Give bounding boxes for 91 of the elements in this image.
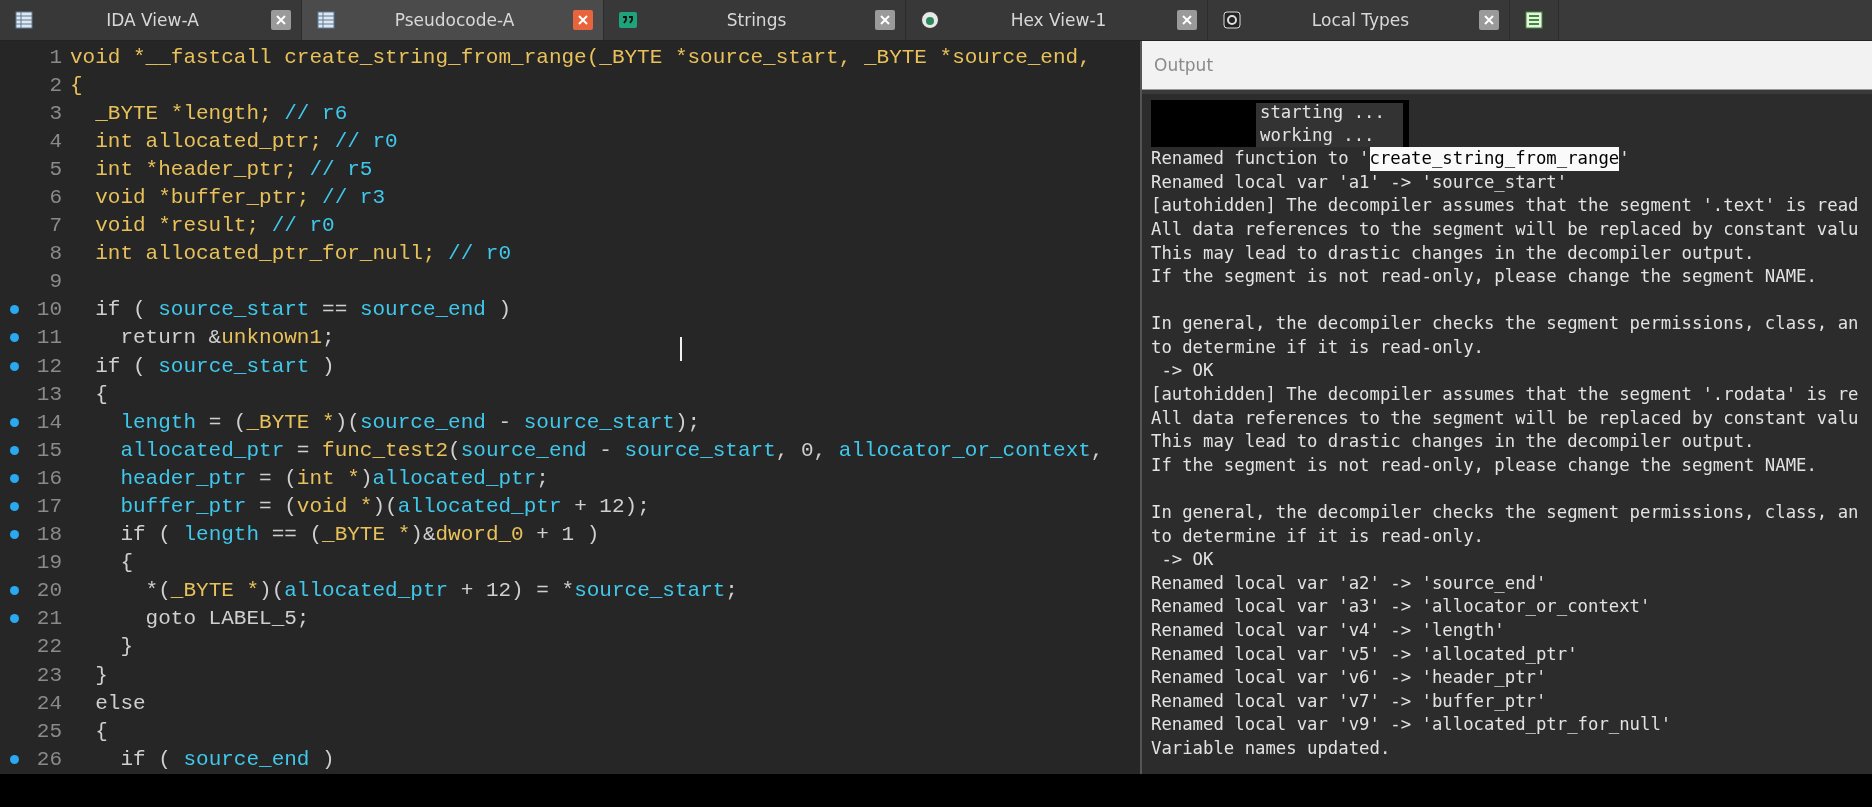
code-line: void *buffer_ptr; // r3 <box>94 185 386 209</box>
code-line: buffer_ptr = (void *)(allocated_ptr + 12); <box>119 495 650 518</box>
log-line: working ... <box>1260 123 1375 147</box>
line-number: 25 <box>35 719 63 743</box>
log-line: Renamed local var 'v7' -> 'buffer_ptr' <box>1151 689 1548 713</box>
line-number: 19 <box>35 551 63 575</box>
log-line: All data references to the segment will be replaced by constant valu <box>1151 406 1860 430</box>
code-line: *(_BYTE *)(allocated_ptr + 12) = *source_start; <box>144 579 738 603</box>
log-line: In general, the decompiler checks the segment permissions, class, an <box>1151 501 1860 525</box>
log-line: Renamed local var 'a1' -> 'source_start' <box>1151 170 1569 194</box>
line-number: 3 <box>48 101 63 125</box>
code-line: { <box>94 719 108 743</box>
types-icon <box>1222 9 1242 30</box>
code-line: header_ptr = (int *)allocated_ptr; <box>119 466 549 490</box>
log-line: [autohidden] The decompiler assumes that the segment '.rodata' is re <box>1151 383 1860 407</box>
log-line: Variable names updated. <box>1151 737 1392 760</box>
code-line: else <box>94 691 146 715</box>
line-number: 5 <box>48 157 63 181</box>
line-number: 24 <box>35 691 63 715</box>
log-line: [autohidden] The decompiler assumes that the segment '.text' is read <box>1151 194 1860 218</box>
line-number: 26 <box>35 747 63 771</box>
panel-title: Output <box>1142 40 1872 90</box>
grid-icon <box>14 9 34 30</box>
code-line: if ( source_end ) <box>119 747 335 771</box>
line-number: 9 <box>48 270 63 294</box>
code-line: if ( length == (_BYTE *)&dword_0 + 1 ) <box>119 523 600 547</box>
code-line: { <box>94 382 108 406</box>
line-number: 21 <box>35 607 63 631</box>
code-line: { <box>70 73 83 97</box>
log-line: Renamed local var 'v9' -> 'allocated_ptr_for_null' <box>1151 713 1673 737</box>
code-line: int allocated_ptr; // r0 <box>94 129 398 153</box>
log-line: to determine if it is read-only. <box>1151 524 1485 548</box>
log-line: to determine if it is read-only. <box>1151 335 1485 359</box>
log-line: This may lead to drastic changes in the decompiler output. <box>1151 430 1756 454</box>
close-button[interactable] <box>271 9 291 30</box>
line-number: 10 <box>35 298 63 322</box>
grid-icon <box>316 9 336 30</box>
log-line: starting ... <box>1260 101 1385 125</box>
code-line: return &unknown1; <box>119 326 335 350</box>
code-line: if ( source_start ) <box>94 354 335 378</box>
log-line: This may lead to drastic changes in the decompiler output. <box>1151 241 1756 265</box>
tab[interactable]: Pseudocode-A <box>302 0 604 40</box>
code-line: allocated_ptr = func_test2(source_end - source_start, 0, allocator_or_context, <box>119 438 1104 462</box>
log-line: If the segment is not read-only, please change the segment NAME. <box>1151 265 1818 289</box>
line-number: 17 <box>35 495 63 518</box>
line-number: 1 <box>48 45 63 69</box>
line-number: 18 <box>35 523 63 547</box>
close-button[interactable] <box>875 9 895 30</box>
text-cursor <box>680 336 682 361</box>
code-line: length = (_BYTE *)(source_end - source_start); <box>119 410 701 434</box>
close-button[interactable] <box>573 9 593 30</box>
line-number: 15 <box>35 438 63 462</box>
line-number: 13 <box>35 382 63 406</box>
line-number: 6 <box>48 185 63 209</box>
code-line: { <box>119 551 133 575</box>
code-line: _BYTE *length; // r6 <box>94 101 348 125</box>
quote-icon <box>618 9 638 30</box>
list-icon <box>1524 9 1544 30</box>
line-number: 22 <box>35 635 63 659</box>
close-button[interactable] <box>1177 9 1197 30</box>
log-line: -> OK <box>1160 548 1215 572</box>
code-line: int allocated_ptr_for_null; // r0 <box>94 242 512 266</box>
code-line: if ( source_start == source_end ) <box>94 298 512 322</box>
line-number: 23 <box>35 663 63 687</box>
log-line: If the segment is not read-only, please change the segment NAME. <box>1151 453 1818 477</box>
log-line: Renamed local var 'v4' -> 'length' <box>1151 619 1506 642</box>
code-line: } <box>119 635 133 659</box>
line-number: 8 <box>48 242 63 266</box>
line-number: 12 <box>35 354 63 378</box>
log-line: Renamed local var 'v5' -> 'allocated_ptr' <box>1151 642 1579 666</box>
code-line: void *result; // r0 <box>94 214 335 238</box>
code-line: } <box>94 663 108 687</box>
code-line: int *header_ptr; // r5 <box>94 157 373 181</box>
line-number: 11 <box>35 326 63 350</box>
hex-icon <box>920 9 940 30</box>
log-line: -> OK <box>1160 359 1215 383</box>
line-number: 16 <box>35 466 63 490</box>
line-number: 7 <box>48 214 63 238</box>
line-number: 14 <box>35 410 63 434</box>
code-editor[interactable] <box>0 40 1140 775</box>
log-line: Renamed local var 'a3' -> 'allocator_or_context' <box>1151 595 1652 619</box>
code-line: goto LABEL_5; <box>144 607 310 631</box>
line-number: 20 <box>35 579 63 603</box>
line-number: 2 <box>48 73 63 97</box>
code-line: void *__fastcall create_string_from_range(_BYTE *source_start, _BYTE *source_end, <box>70 45 1091 69</box>
close-button[interactable] <box>1479 9 1499 30</box>
line-number: 4 <box>48 129 63 153</box>
log-line: All data references to the segment will be replaced by constant valu <box>1151 217 1860 241</box>
log-line: Renamed local var 'a2' -> 'source_end' <box>1151 571 1548 595</box>
log-line: In general, the decompiler checks the segment permissions, class, an <box>1151 312 1860 336</box>
log-line: Renamed local var 'v6' -> 'header_ptr' <box>1151 666 1548 690</box>
